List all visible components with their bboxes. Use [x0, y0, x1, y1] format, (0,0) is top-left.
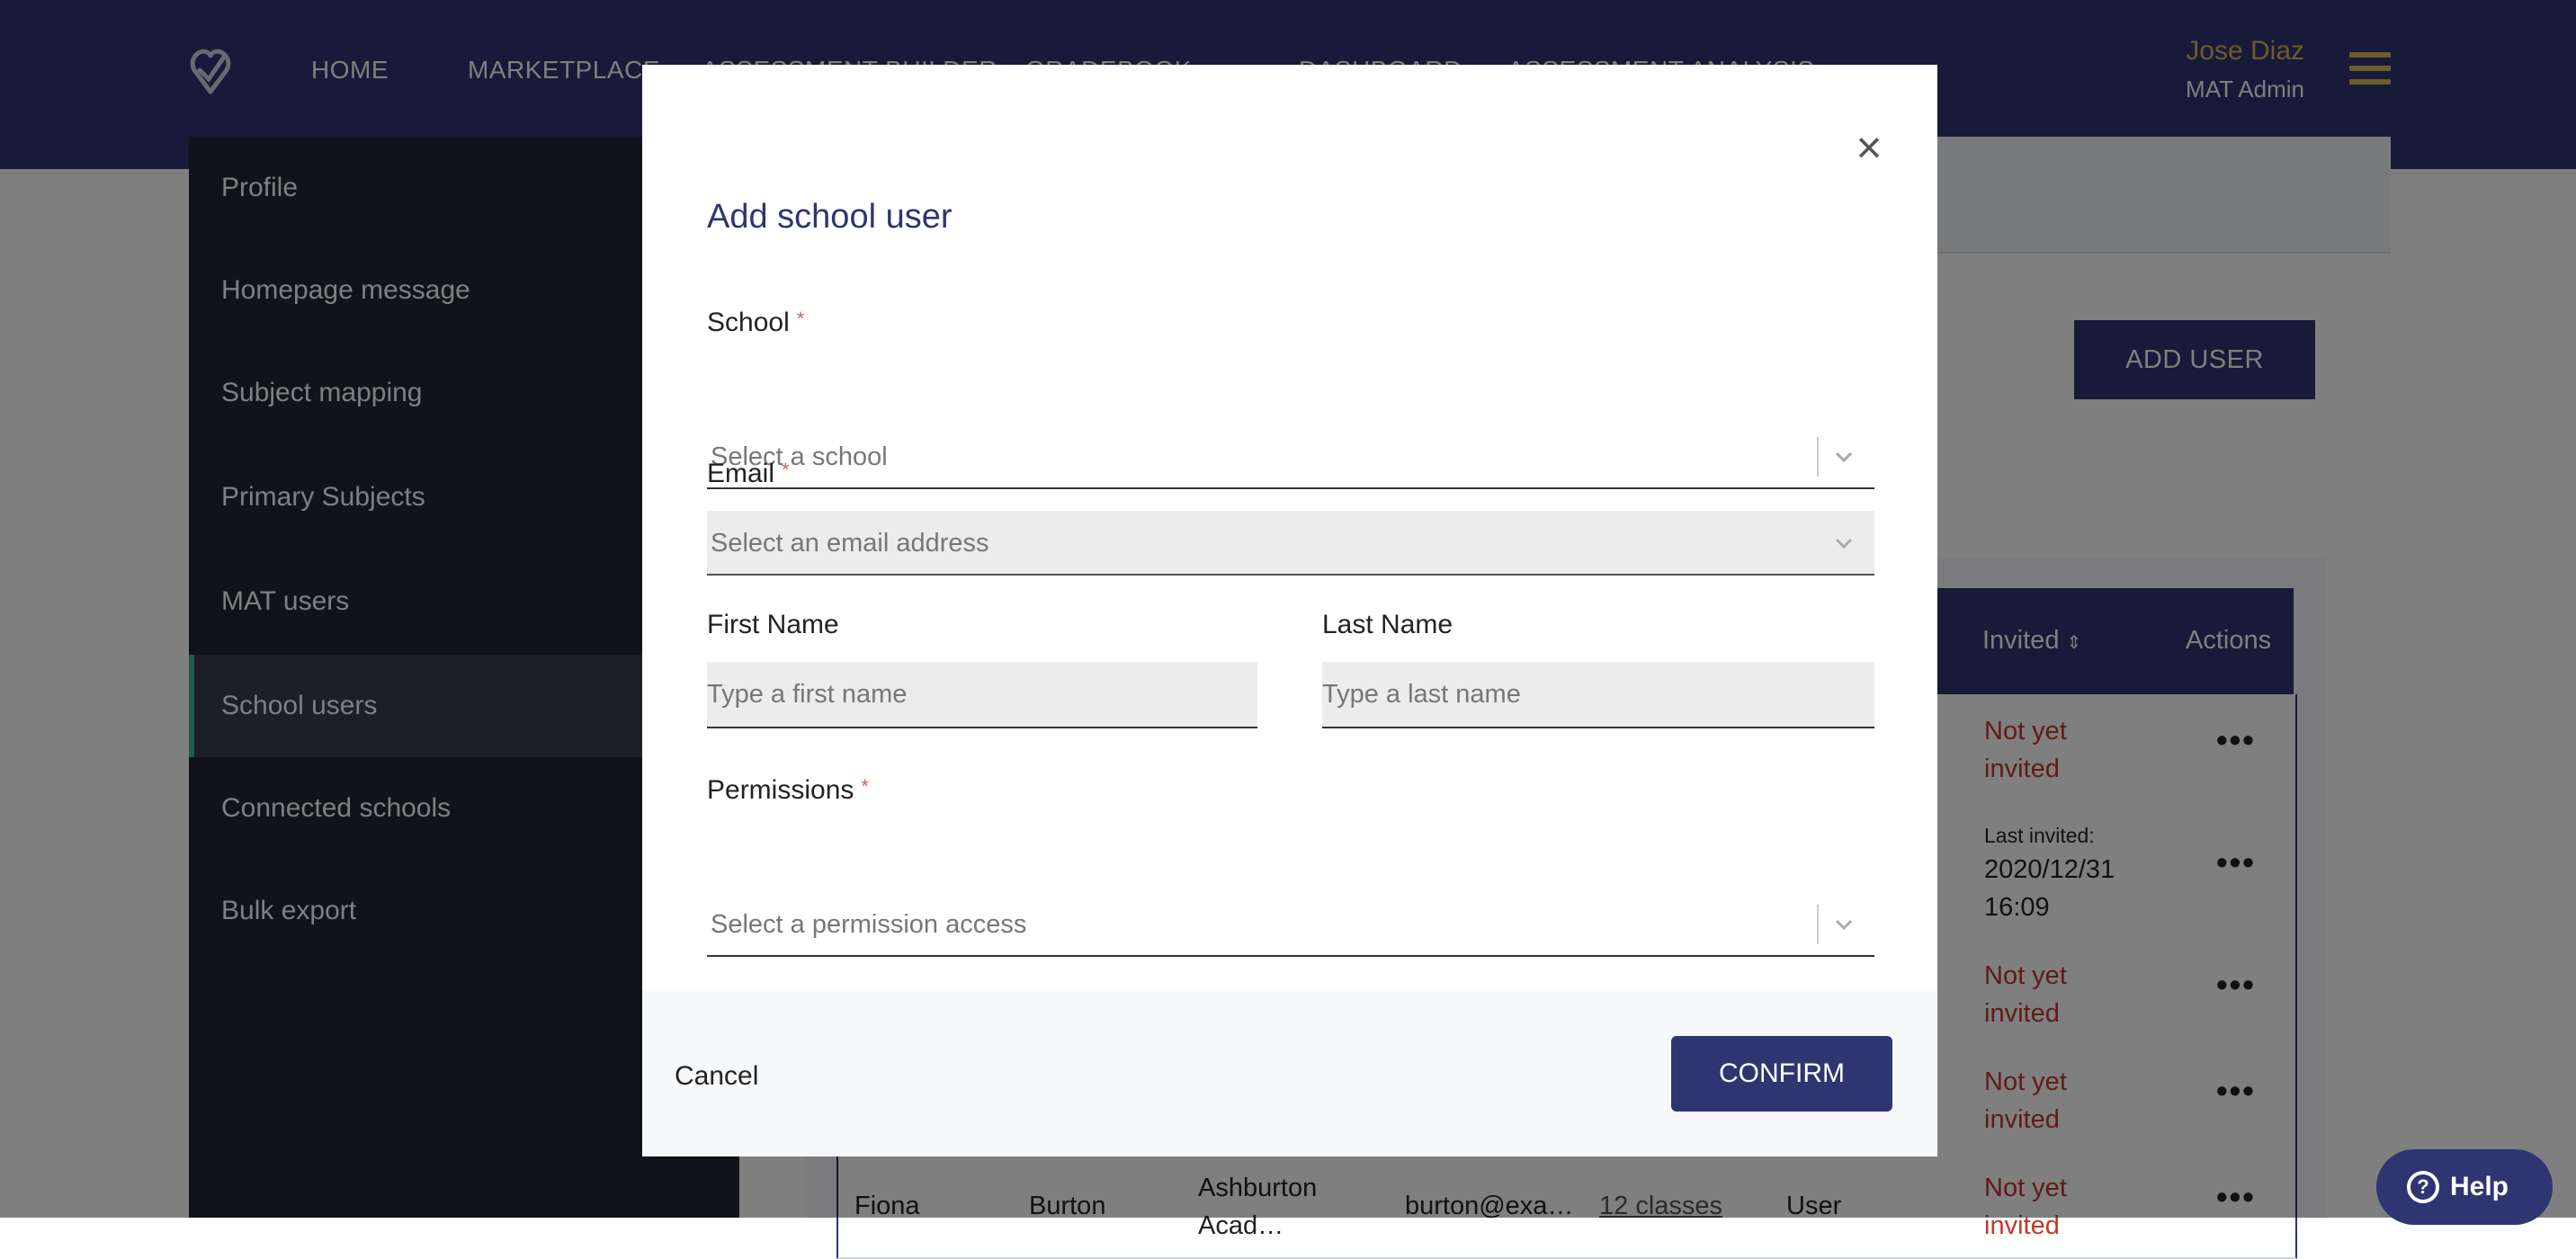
school-label: School *	[707, 308, 805, 337]
email-select[interactable]: Select an email address	[707, 511, 1874, 576]
last-name-input[interactable]: Type a last name	[1322, 662, 1874, 728]
chevron-down-icon[interactable]	[1831, 912, 1856, 937]
permissions-select[interactable]: Select a permission access	[707, 892, 1874, 957]
required-mark: *	[861, 775, 869, 798]
help-label: Help	[2450, 1172, 2509, 1201]
help-button[interactable]: ? Help	[2376, 1149, 2553, 1225]
chevron-down-icon[interactable]	[1831, 531, 1856, 556]
required-mark: *	[796, 308, 805, 330]
last-name-placeholder: Type a last name	[1322, 680, 1521, 709]
select-separator	[1817, 905, 1819, 944]
permissions-placeholder: Select a permission access	[711, 910, 1027, 939]
help-icon: ?	[2407, 1171, 2439, 1203]
select-separator	[1817, 437, 1819, 477]
email-label: Email *	[707, 459, 790, 488]
email-placeholder: Select an email address	[711, 529, 989, 558]
confirm-button[interactable]: CONFIRM	[1671, 1036, 1892, 1112]
dialog-title: Add school user	[707, 198, 953, 236]
add-school-user-dialog: × Add school user School * Select a schoo…	[642, 65, 1937, 1156]
close-icon[interactable]: ×	[1846, 124, 1892, 171]
first-name-placeholder: Type a first name	[707, 680, 908, 709]
cancel-button[interactable]: Cancel	[675, 1061, 758, 1092]
permissions-label: Permissions *	[707, 775, 869, 805]
first-name-label: First Name	[707, 610, 839, 639]
school-select[interactable]: Select a school	[707, 424, 1874, 489]
last-name-label: Last Name	[1322, 610, 1453, 639]
required-mark: *	[782, 459, 790, 481]
first-name-input[interactable]: Type a first name	[707, 662, 1257, 728]
chevron-down-icon[interactable]	[1831, 444, 1856, 469]
dialog-footer: Cancel CONFIRM	[642, 991, 1937, 1156]
